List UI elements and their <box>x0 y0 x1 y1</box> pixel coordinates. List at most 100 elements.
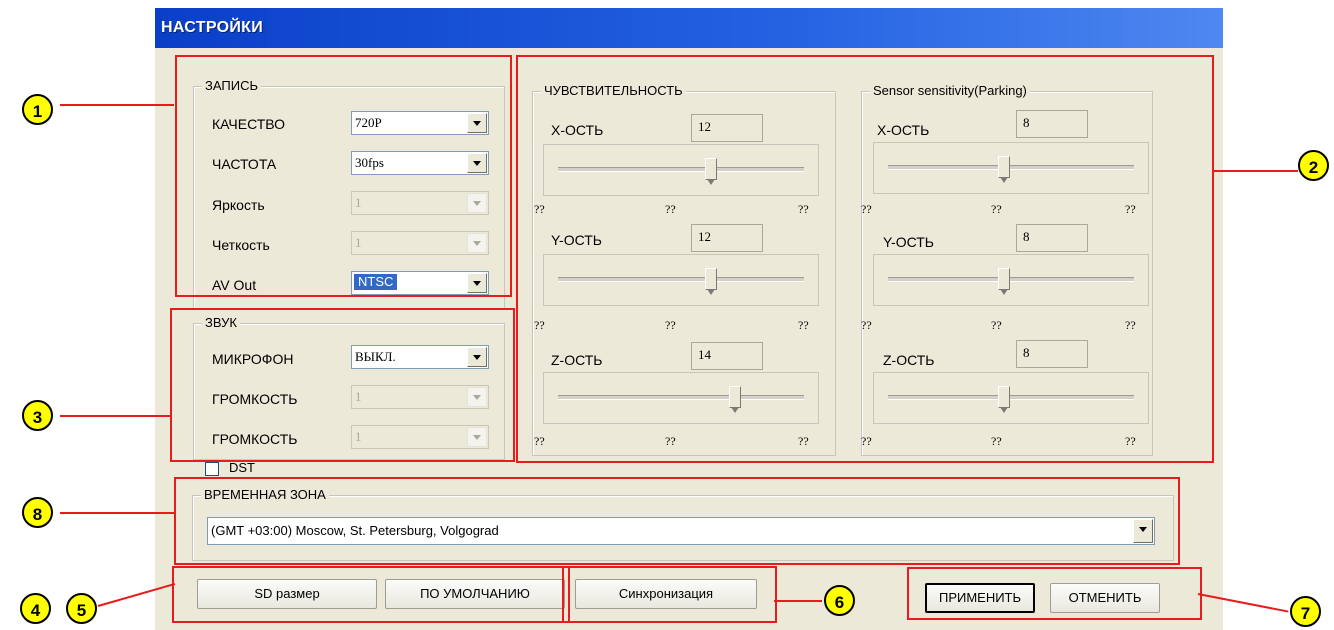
tick-label: ?? <box>861 434 872 448</box>
park-z-value: 8 <box>1016 340 1088 368</box>
av-out-select[interactable]: NTSC <box>351 271 489 295</box>
sens-z-label: Z-ОСТЬ <box>551 352 603 368</box>
chevron-down-icon <box>467 387 487 407</box>
connector-line <box>60 104 174 106</box>
microphone-select[interactable]: ВЫКЛ. <box>351 345 489 369</box>
chevron-down-icon <box>467 193 487 213</box>
marker-4: 4 <box>20 593 51 624</box>
tick-label: ?? <box>798 318 809 332</box>
sens-y-slider[interactable] <box>543 254 819 306</box>
sens-x-label: X-ОСТЬ <box>551 122 604 138</box>
slider-thumb[interactable] <box>729 386 742 413</box>
tick-label: ?? <box>534 318 545 332</box>
chevron-down-icon[interactable] <box>467 273 487 293</box>
sens-z-slider[interactable] <box>543 372 819 424</box>
framerate-select[interactable]: 30fps <box>351 151 489 175</box>
chevron-down-icon[interactable] <box>467 113 487 133</box>
park-x-value-text: 8 <box>1023 115 1030 130</box>
av-out-label: AV Out <box>212 277 257 293</box>
timezone-legend: ВРЕМЕННАЯ ЗОНА <box>201 487 329 502</box>
connector-line <box>60 415 170 417</box>
defaults-button[interactable]: ПО УМОЛЧАНИЮ <box>385 579 565 609</box>
sound-legend: ЗВУК <box>202 315 240 330</box>
tick-label: ?? <box>1125 318 1136 332</box>
brightness-value: 1 <box>355 195 362 210</box>
tick-label: ?? <box>991 434 1002 448</box>
sens-x-value: 12 <box>691 114 763 142</box>
sens-x-value-text: 12 <box>698 119 711 134</box>
marker-8: 8 <box>22 497 53 528</box>
volume-select-2: 1 <box>351 425 489 449</box>
tick-label: ?? <box>1125 202 1136 216</box>
tick-label: ?? <box>861 318 872 332</box>
tick-label: ?? <box>1125 434 1136 448</box>
slider-thumb[interactable] <box>704 158 717 185</box>
sens-x-slider[interactable] <box>543 144 819 196</box>
connector-line <box>774 600 822 602</box>
connector-line <box>1212 170 1298 172</box>
volume-select: 1 <box>351 385 489 409</box>
park-z-label: Z-ОСТЬ <box>883 352 935 368</box>
park-x-slider[interactable] <box>873 142 1149 194</box>
sensitivity-legend: ЧУВСТВИТЕЛЬНОСТЬ <box>541 83 686 98</box>
tick-label: ?? <box>991 318 1002 332</box>
sharpness-value: 1 <box>355 235 362 250</box>
sync-button[interactable]: Синхронизация <box>575 579 757 609</box>
park-z-slider[interactable] <box>873 372 1149 424</box>
sharpness-label: Четкость <box>212 237 270 253</box>
slider-thumb[interactable] <box>997 156 1010 183</box>
park-y-label: Y-ОСТЬ <box>883 234 934 250</box>
tick-label: ?? <box>534 202 545 216</box>
sd-size-button[interactable]: SD размер <box>197 579 377 609</box>
framerate-value: 30fps <box>355 155 384 170</box>
chevron-down-icon[interactable] <box>467 153 487 173</box>
tick-label: ?? <box>798 202 809 216</box>
slider-thumb[interactable] <box>997 268 1010 295</box>
brightness-label: Яркость <box>212 197 265 213</box>
tick-label: ?? <box>991 202 1002 216</box>
chevron-down-icon <box>467 427 487 447</box>
parking-legend: Sensor sensitivity(Parking) <box>870 83 1030 98</box>
timezone-value: (GMT +03:00) Moscow, St. Petersburg, Vol… <box>211 523 499 538</box>
connector-line <box>60 512 174 514</box>
window-title: НАСТРОЙКИ <box>161 19 264 36</box>
tick-label: ?? <box>665 202 676 216</box>
quality-select[interactable]: 720P <box>351 111 489 135</box>
record-legend: ЗАПИСЬ <box>202 78 261 93</box>
tick-label: ?? <box>861 202 872 216</box>
marker-2: 2 <box>1298 150 1329 181</box>
park-x-value: 8 <box>1016 110 1088 138</box>
marker-1: 1 <box>22 94 53 125</box>
chevron-down-icon[interactable] <box>1133 519 1153 543</box>
marker-3: 3 <box>22 400 53 431</box>
slider-thumb[interactable] <box>704 268 717 295</box>
av-out-value: NTSC <box>354 274 398 290</box>
park-z-value-text: 8 <box>1023 345 1030 360</box>
quality-label: КАЧЕСТВО <box>212 116 286 132</box>
sens-z-value: 14 <box>691 342 763 370</box>
microphone-value: ВЫКЛ. <box>355 349 396 364</box>
marker-6: 6 <box>824 585 855 616</box>
chevron-down-icon[interactable] <box>467 347 487 367</box>
volume-label: ГРОМКОСТЬ <box>212 391 298 407</box>
tick-label: ?? <box>534 434 545 448</box>
volume-label-2: ГРОМКОСТЬ <box>212 431 298 447</box>
volume-value: 1 <box>355 389 362 404</box>
sens-z-value-text: 14 <box>698 347 711 362</box>
sens-y-value-text: 12 <box>698 229 711 244</box>
framerate-label: ЧАСТОТА <box>212 156 277 172</box>
slider-thumb[interactable] <box>997 386 1010 413</box>
park-y-slider[interactable] <box>873 254 1149 306</box>
tick-label: ?? <box>665 434 676 448</box>
park-y-value-text: 8 <box>1023 229 1030 244</box>
cancel-button[interactable]: ОТМЕНИТЬ <box>1050 583 1160 613</box>
quality-value: 720P <box>355 115 382 130</box>
dst-label: DST <box>229 460 255 475</box>
marker-7: 7 <box>1290 596 1321 627</box>
apply-button[interactable]: ПРИМЕНИТЬ <box>925 583 1035 613</box>
microphone-label: МИКРОФОН <box>212 351 294 367</box>
timezone-select[interactable]: (GMT +03:00) Moscow, St. Petersburg, Vol… <box>207 517 1155 545</box>
title-bar[interactable]: НАСТРОЙКИ <box>155 8 1223 48</box>
tick-label: ?? <box>798 434 809 448</box>
dst-checkbox[interactable] <box>205 462 219 476</box>
